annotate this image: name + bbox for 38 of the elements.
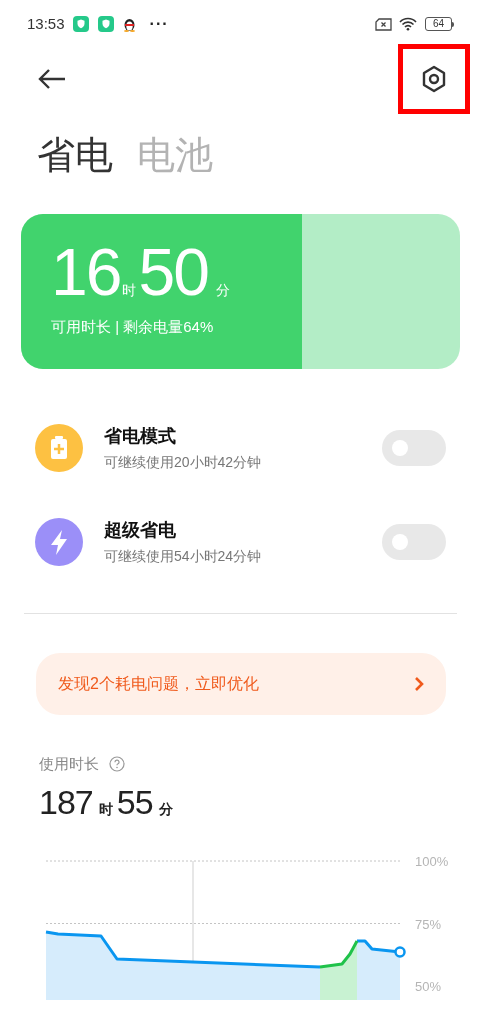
battery-indicator: 64 <box>425 17 452 31</box>
settings-button[interactable] <box>398 44 470 114</box>
mode-title: 省电模式 <box>104 425 177 448</box>
usage-hours: 187 <box>39 781 93 822</box>
card-caption: 可用时长 | 剩余电量64% <box>51 317 215 337</box>
axis-label: 100% <box>415 853 449 869</box>
hours-unit: 时 <box>122 281 137 300</box>
title-tab[interactable]: 省电 <box>37 136 113 174</box>
optimize-banner[interactable]: 发现2个耗电问题，立即优化 <box>36 653 446 715</box>
lightning-icon <box>35 518 83 566</box>
mode-title: 超级省电 <box>104 519 177 542</box>
back-arrow-icon[interactable] <box>37 68 67 90</box>
title-tab[interactable]: 电池 <box>137 136 213 174</box>
axis-label: 75% <box>415 916 442 931</box>
charging-line <box>319 939 359 968</box>
help-icon[interactable] <box>109 756 125 773</box>
axis-label: 50% <box>415 978 442 994</box>
minutes-unit: 分 <box>215 281 230 300</box>
wifi-icon <box>399 17 417 31</box>
penguin-icon <box>122 16 136 32</box>
end-point-marker <box>394 945 406 958</box>
mode-subtitle: 可继续使用20小时42分钟 <box>104 453 263 472</box>
clock: 13:53 <box>27 13 65 34</box>
shield-app-icon <box>97 16 114 32</box>
usage-hours-unit: 时 <box>98 799 113 819</box>
battery-plus-icon <box>35 424 83 472</box>
minutes-value: 50 <box>138 240 208 304</box>
more-notifications: ··· <box>149 14 169 34</box>
usage-minutes: 55 <box>116 781 153 822</box>
no-sim-icon <box>375 17 392 31</box>
chevron-right-icon <box>414 676 424 692</box>
hours-value: 16 <box>51 240 121 304</box>
mode-subtitle: 可继续使用54小时24分钟 <box>104 547 263 566</box>
settings-icon <box>421 65 447 93</box>
shield-app-icon <box>72 16 89 32</box>
usage-label: 使用时长 <box>39 754 99 774</box>
discharge-area <box>357 940 400 1000</box>
usage-minutes-unit: 分 <box>158 799 173 819</box>
